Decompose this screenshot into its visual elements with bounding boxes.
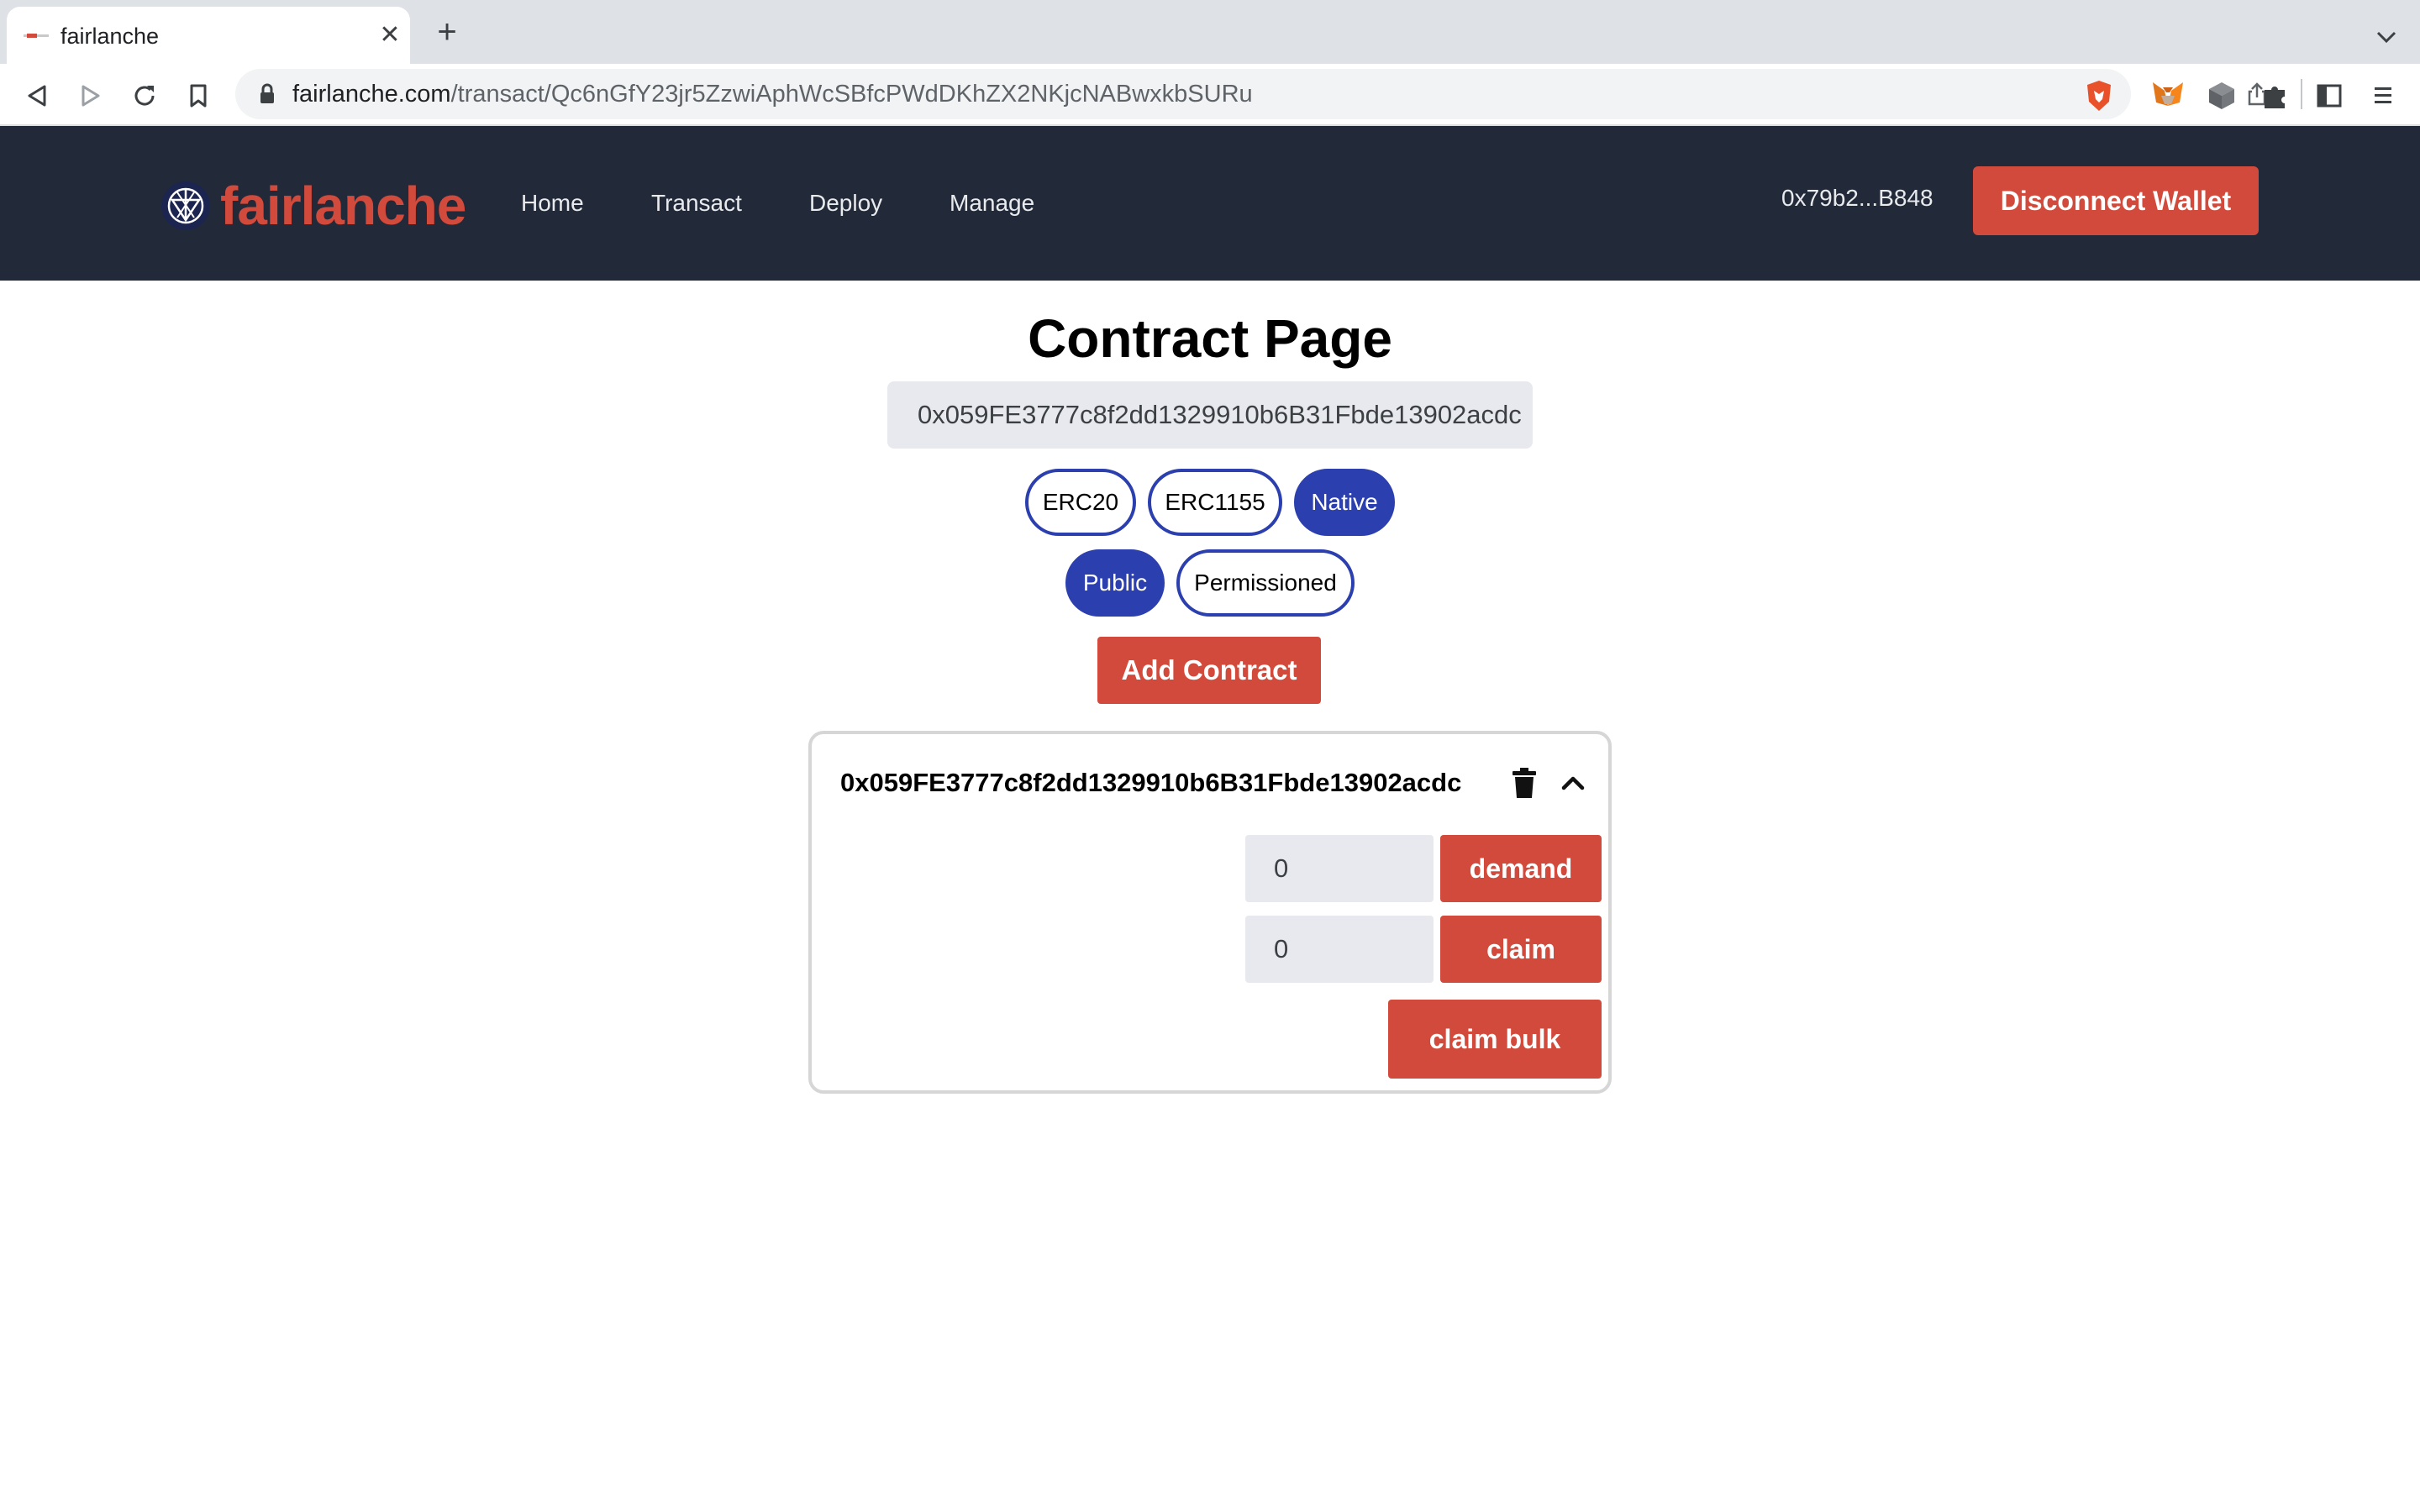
access-pill-public[interactable]: Public — [1065, 549, 1165, 617]
access-pill-permissioned[interactable]: Permissioned — [1176, 549, 1355, 617]
extensions-puzzle-icon[interactable] — [2257, 77, 2294, 114]
new-tab-icon[interactable]: + — [430, 15, 464, 49]
tab-search-chevron-icon[interactable] — [2370, 20, 2403, 54]
cube-extension-icon[interactable] — [2203, 77, 2240, 114]
sidebar-icon[interactable] — [2311, 77, 2348, 114]
type-pill-native[interactable]: Native — [1294, 469, 1395, 536]
nav-home[interactable]: Home — [521, 190, 584, 217]
contract-address-input[interactable]: 0x059FE3777c8f2dd1329910b6B31Fbde13902ac… — [887, 381, 1533, 449]
reload-icon[interactable] — [126, 77, 163, 114]
claim-bulk-button[interactable]: claim bulk — [1388, 1000, 1602, 1079]
type-pill-erc20[interactable]: ERC20 — [1025, 469, 1136, 536]
metamask-fox-icon[interactable] — [2149, 77, 2186, 114]
page-title: Contract Page — [1028, 308, 1392, 369]
browser-tabstrip: fairlanche ✕ + — [0, 0, 2420, 64]
logo-text: fairlanche — [220, 176, 466, 236]
fairlanche-logo[interactable]: fairlanche — [160, 178, 466, 234]
claim-amount-input[interactable]: 0 — [1245, 916, 1434, 983]
wallet-address: 0x79b2...B848 — [1781, 185, 1933, 211]
site-header: fairlanche Home Transact Deploy Manage 0… — [0, 126, 2420, 281]
address-bar[interactable]: fairlanche.com/transact/Qc6nGfY23jr5Zzwi… — [235, 69, 2302, 119]
bookmark-icon[interactable] — [180, 77, 217, 114]
lock-icon — [254, 81, 281, 108]
contract-card-address: 0x059FE3777c8f2dd1329910b6B31Fbde13902ac… — [840, 768, 1462, 797]
claim-button[interactable]: claim — [1440, 916, 1602, 983]
omnibox-divider — [2301, 79, 2302, 109]
tab-title: fairlanche — [60, 24, 160, 49]
add-contract-button[interactable]: Add Contract — [1097, 637, 1321, 704]
url-text: fairlanche.com/transact/Qc6nGfY23jr5Zzwi… — [292, 81, 1253, 108]
forward-icon[interactable] — [72, 77, 109, 114]
type-pill-erc1155[interactable]: ERC1155 — [1148, 469, 1282, 536]
nav-deploy[interactable]: Deploy — [809, 190, 882, 217]
browser-tab[interactable]: fairlanche ✕ — [7, 7, 410, 64]
chevron-up-icon[interactable] — [1558, 768, 1588, 798]
contract-card: 0x059FE3777c8f2dd1329910b6B31Fbde13902ac… — [808, 731, 1612, 1094]
logo-mark-icon — [161, 181, 210, 230]
demand-amount-input[interactable]: 0 — [1245, 835, 1434, 902]
trash-icon[interactable] — [1509, 766, 1539, 800]
demand-button[interactable]: demand — [1440, 835, 1602, 902]
browser-toolbar: fairlanche.com/transact/Qc6nGfY23jr5Zzwi… — [0, 64, 2420, 126]
browser-menu-icon[interactable] — [2365, 77, 2402, 114]
brave-shield-icon[interactable] — [2081, 77, 2118, 114]
close-tab-icon[interactable]: ✕ — [373, 18, 407, 52]
disconnect-wallet-button[interactable]: Disconnect Wallet — [1973, 166, 2259, 235]
back-icon[interactable] — [18, 77, 55, 114]
nav-transact[interactable]: Transact — [651, 190, 742, 217]
favicon-icon — [24, 29, 49, 42]
nav-manage[interactable]: Manage — [950, 190, 1034, 217]
